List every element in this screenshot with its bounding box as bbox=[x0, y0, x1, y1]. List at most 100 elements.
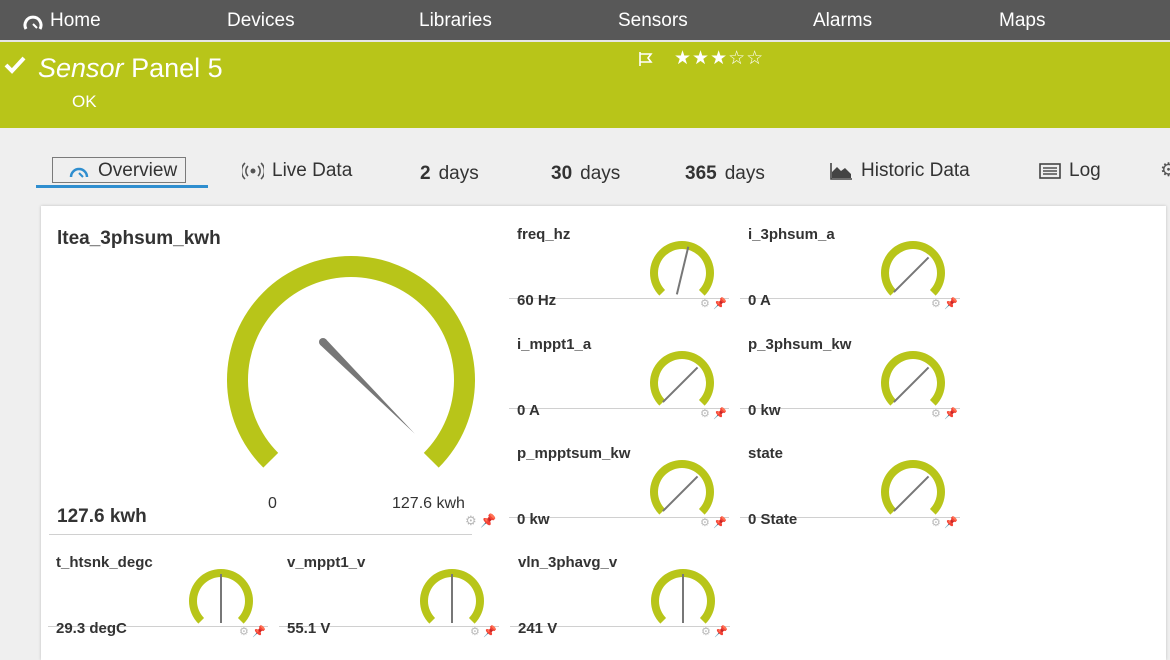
tab-log-label: Log bbox=[1069, 160, 1101, 181]
nav-libraries[interactable]: Libraries bbox=[419, 10, 492, 32]
tab-365-days[interactable]: 365 days bbox=[685, 163, 765, 185]
main-gauge-hub bbox=[319, 338, 327, 346]
gauge-needle bbox=[662, 366, 699, 403]
channel-value: 55.1 V bbox=[287, 620, 331, 637]
gauge-arc bbox=[881, 351, 945, 406]
channel-value: 241 V bbox=[518, 620, 558, 637]
channel-value: 0 A bbox=[517, 402, 540, 419]
channel-value: 0 kw bbox=[517, 511, 550, 528]
rating-stars[interactable]: ★★★☆☆ bbox=[674, 47, 764, 70]
gauge-arc bbox=[881, 241, 945, 296]
tab-2-days-num: 2 bbox=[420, 163, 431, 184]
main-channel-value: 127.6 kwh bbox=[57, 506, 147, 527]
gauge-arc bbox=[881, 460, 945, 515]
gear-icon[interactable]: ⚙ bbox=[700, 517, 710, 529]
tile-actions: ⚙ 📌 bbox=[239, 625, 266, 638]
nav-alarms[interactable]: Alarms bbox=[813, 10, 872, 32]
gauge-arc bbox=[650, 460, 714, 515]
tab-30-days-unit: days bbox=[580, 163, 621, 184]
pin-icon[interactable]: 📌 bbox=[713, 408, 727, 420]
tab-live-data-label: Live Data bbox=[272, 160, 353, 181]
tab-historic-data[interactable]: Historic Data bbox=[829, 160, 970, 182]
gauge-needle bbox=[893, 256, 930, 293]
channel-value: 0 kw bbox=[748, 402, 781, 419]
gear-icon[interactable]: ⚙ bbox=[239, 626, 249, 638]
tab-30-days[interactable]: 30 days bbox=[551, 163, 620, 185]
nav-home[interactable]: Home bbox=[23, 10, 101, 32]
gear-icon[interactable]: ⚙ bbox=[931, 298, 941, 310]
tile-actions: ⚙ 📌 bbox=[700, 516, 727, 529]
tile-actions: ⚙ 📌 bbox=[931, 516, 958, 529]
channel-name: i_mppt1_a bbox=[517, 336, 592, 353]
tile-actions: ⚙ 📌 bbox=[931, 407, 958, 420]
channel-value: 29.3 degC bbox=[56, 620, 127, 637]
settings-gear-icon[interactable]: ⚙ bbox=[1160, 160, 1170, 182]
channel-value: 0 State bbox=[748, 511, 798, 528]
gear-icon[interactable]: ⚙ bbox=[465, 513, 477, 528]
pin-icon[interactable]: 📌 bbox=[944, 408, 958, 420]
status-text: OK bbox=[72, 92, 97, 111]
gauge-icon bbox=[23, 15, 43, 30]
tab-365-days-unit: days bbox=[724, 163, 765, 184]
nav-maps[interactable]: Maps bbox=[999, 10, 1045, 32]
pin-icon[interactable]: 📌 bbox=[944, 517, 958, 529]
channel-gauge bbox=[651, 569, 715, 624]
main-gauge bbox=[227, 256, 475, 468]
channel-gauge bbox=[881, 241, 945, 296]
gauge-needle bbox=[675, 246, 690, 295]
gear-icon[interactable]: ⚙ bbox=[931, 408, 941, 420]
gauge-needle bbox=[662, 475, 699, 512]
channel-name: p_mpptsum_kw bbox=[517, 445, 631, 462]
main-channel-name: ltea_3phsum_kwh bbox=[57, 228, 221, 249]
pin-icon[interactable]: 📌 bbox=[483, 626, 497, 638]
nav-sensors[interactable]: Sensors bbox=[618, 10, 688, 32]
area-chart-icon bbox=[830, 163, 852, 180]
page-title: Sensor Panel 5 bbox=[38, 53, 223, 83]
title-name: Panel 5 bbox=[123, 53, 223, 83]
channel-name: freq_hz bbox=[517, 226, 571, 243]
gauge-icon bbox=[69, 167, 89, 178]
nav-devices[interactable]: Devices bbox=[227, 10, 295, 32]
channel-gauge bbox=[189, 569, 253, 624]
channel-gauge bbox=[650, 351, 714, 406]
pin-icon[interactable]: 📌 bbox=[944, 298, 958, 310]
gear-icon[interactable]: ⚙ bbox=[700, 298, 710, 310]
pin-icon[interactable]: 📌 bbox=[714, 626, 728, 638]
tab-active-indicator bbox=[36, 185, 208, 188]
gear-icon[interactable]: ⚙ bbox=[700, 408, 710, 420]
tile-actions: ⚙ 📌 bbox=[701, 625, 728, 638]
main-gauge-needle bbox=[320, 339, 415, 434]
pin-icon[interactable]: 📌 bbox=[480, 513, 496, 528]
log-icon bbox=[1039, 163, 1061, 179]
pin-icon[interactable]: 📌 bbox=[713, 298, 727, 310]
top-nav: Home Devices Libraries Sensors Alarms Ma… bbox=[0, 0, 1170, 42]
tab-live-data[interactable]: Live Data bbox=[242, 160, 352, 182]
channel-tile: i_mppt1_a 0 A ⚙ 📌 bbox=[509, 316, 729, 420]
channel-gauge bbox=[881, 351, 945, 406]
pin-icon[interactable]: 📌 bbox=[713, 517, 727, 529]
flag-icon[interactable] bbox=[637, 51, 655, 67]
tile-actions: ⚙ 📌 bbox=[700, 407, 727, 420]
gauge-needle bbox=[893, 366, 930, 403]
channel-tile: state 0 State ⚙ 📌 bbox=[740, 425, 960, 529]
gear-icon[interactable]: ⚙ bbox=[931, 517, 941, 529]
channel-tile: p_3phsum_kw 0 kw ⚙ 📌 bbox=[740, 316, 960, 420]
gear-icon[interactable]: ⚙ bbox=[470, 626, 480, 638]
tile-actions: ⚙ 📌 bbox=[470, 625, 497, 638]
pin-icon[interactable]: 📌 bbox=[252, 626, 266, 638]
channel-tile: i_3phsum_a 0 A ⚙ 📌 bbox=[740, 206, 960, 310]
tab-overview-label: Overview bbox=[98, 160, 178, 181]
tab-2-days[interactable]: 2 days bbox=[420, 163, 479, 185]
main-gauge-arc bbox=[227, 256, 475, 468]
main-gauge-min: 0 bbox=[268, 495, 277, 512]
tab-overview[interactable]: Overview bbox=[68, 160, 177, 182]
tile-actions: ⚙ 📌 bbox=[700, 297, 727, 310]
channel-tile: v_mppt1_v 55.1 V ⚙ 📌 bbox=[279, 534, 499, 638]
gear-icon[interactable]: ⚙ bbox=[701, 626, 711, 638]
broadcast-icon bbox=[242, 162, 264, 180]
channel-gauge bbox=[881, 460, 945, 515]
tab-2-days-unit: days bbox=[438, 163, 479, 184]
channel-value: 0 A bbox=[748, 292, 771, 309]
channel-gauge bbox=[650, 460, 714, 515]
tab-log[interactable]: Log bbox=[1039, 160, 1101, 182]
